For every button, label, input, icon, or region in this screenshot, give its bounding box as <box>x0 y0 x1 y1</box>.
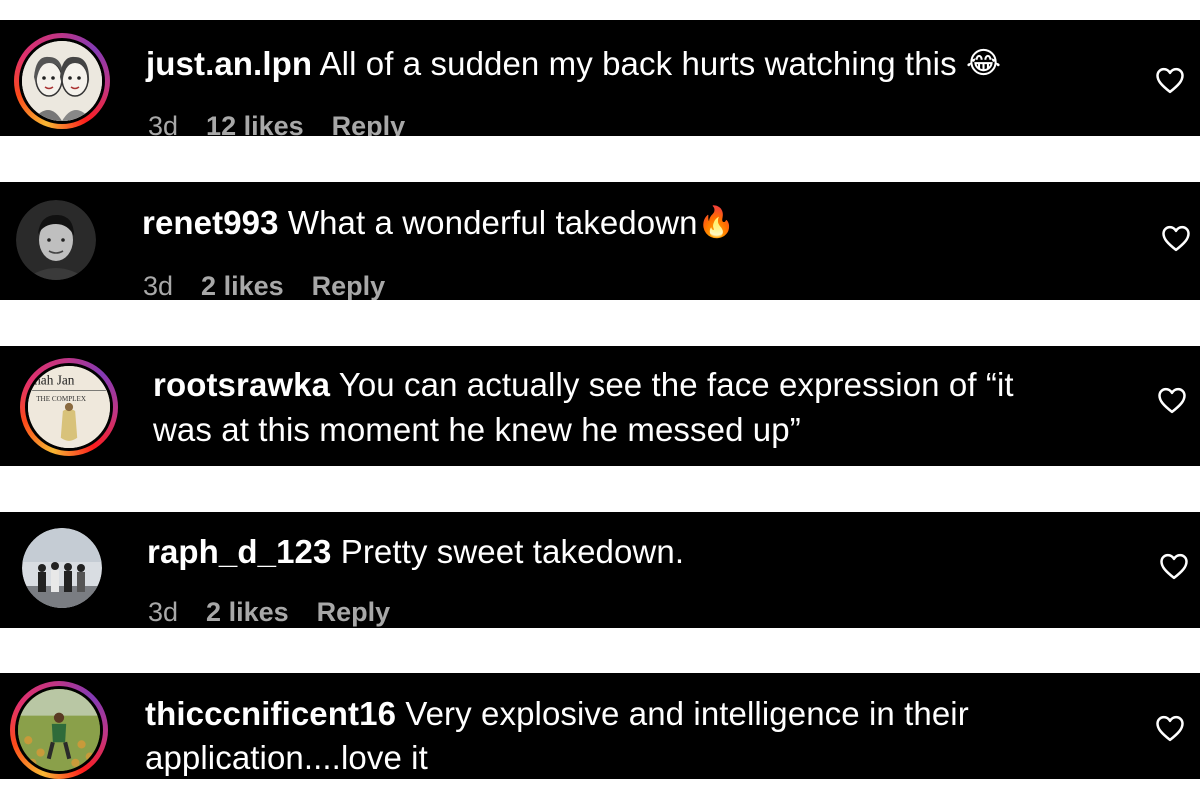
username[interactable]: renet993 <box>142 204 279 241</box>
comment-text: raph_d_123 Pretty sweet takedown. <box>147 530 684 574</box>
comment-body: What a wonderful takedown <box>287 204 698 241</box>
comment-2: renet993 What a wonderful takedown🔥 3d 2 … <box>0 182 1200 300</box>
heart-outline-icon[interactable] <box>1157 386 1187 414</box>
reply-button[interactable]: Reply <box>312 271 386 300</box>
username[interactable]: thicccnificent16 <box>145 695 396 732</box>
avatar[interactable] <box>22 528 102 608</box>
likes-count[interactable]: 2 likes <box>206 597 289 627</box>
reply-button[interactable]: Reply <box>317 597 391 627</box>
avatar[interactable] <box>16 200 96 280</box>
username[interactable]: rootsrawka <box>153 366 330 403</box>
username[interactable]: just.an.lpn <box>146 45 312 82</box>
timestamp: 3d <box>143 271 174 300</box>
comment-1: just.an.lpn All of a sudden my back hurt… <box>0 20 1200 136</box>
comment-meta: 3d 2 likes Reply <box>143 270 385 300</box>
reply-button[interactable]: Reply <box>332 111 406 136</box>
comment-text: rootsrawka You can actually see the face… <box>153 363 1014 407</box>
comment-body: All of a sudden my back hurts watching t… <box>319 45 957 82</box>
avatar-image <box>22 528 102 608</box>
heart-outline-icon[interactable] <box>1155 714 1185 742</box>
avatar-story-ring[interactable] <box>14 33 110 129</box>
comment-body: Pretty sweet takedown. <box>340 533 685 570</box>
avatar-image <box>16 200 96 280</box>
heart-outline-icon[interactable] <box>1159 552 1189 580</box>
comment-meta: 3d 2 likes Reply <box>148 596 390 628</box>
comment-body-line1: Very explosive and intelligence in their <box>405 695 969 732</box>
timestamp: 3d <box>148 111 179 136</box>
comment-body-line2: application....love it <box>145 739 428 776</box>
avatar-image: nah Jan THE COMPLEX <box>28 366 110 448</box>
comment-body-line2: was at this moment he knew he messed up” <box>153 411 801 448</box>
likes-count[interactable]: 12 likes <box>206 111 304 136</box>
avatar-story-ring[interactable] <box>10 681 108 779</box>
heart-outline-icon[interactable] <box>1161 224 1191 252</box>
avatar-text: THE COMPLEX <box>36 395 87 403</box>
avatar-image <box>18 689 100 771</box>
laughing-emoji: 😂 <box>965 47 1002 80</box>
avatar-story-ring[interactable]: nah Jan THE COMPLEX <box>20 358 118 456</box>
likes-count[interactable]: 2 likes <box>201 271 284 300</box>
comment-body-line1: You can actually see the face expression… <box>338 366 1014 403</box>
avatar-image <box>22 41 102 121</box>
comment-4: raph_d_123 Pretty sweet takedown. 3d 2 li… <box>0 512 1200 628</box>
comment-text: thicccnificent16 Very explosive and inte… <box>145 692 969 736</box>
username[interactable]: raph_d_123 <box>147 533 331 570</box>
comment-text: renet993 What a wonderful takedown🔥 <box>142 201 735 245</box>
timestamp: 3d <box>148 597 179 627</box>
fire-emoji: 🔥 <box>697 206 736 239</box>
comment-5: thicccnificent16 Very explosive and inte… <box>0 673 1200 779</box>
comment-text: just.an.lpn All of a sudden my back hurt… <box>146 42 1001 86</box>
heart-outline-icon[interactable] <box>1155 66 1185 94</box>
comment-meta: 3d 12 likes Reply <box>148 110 405 136</box>
avatar-text: nah Jan <box>34 372 75 387</box>
comment-3: nah Jan THE COMPLEX rootsrawka You can a… <box>0 346 1200 466</box>
